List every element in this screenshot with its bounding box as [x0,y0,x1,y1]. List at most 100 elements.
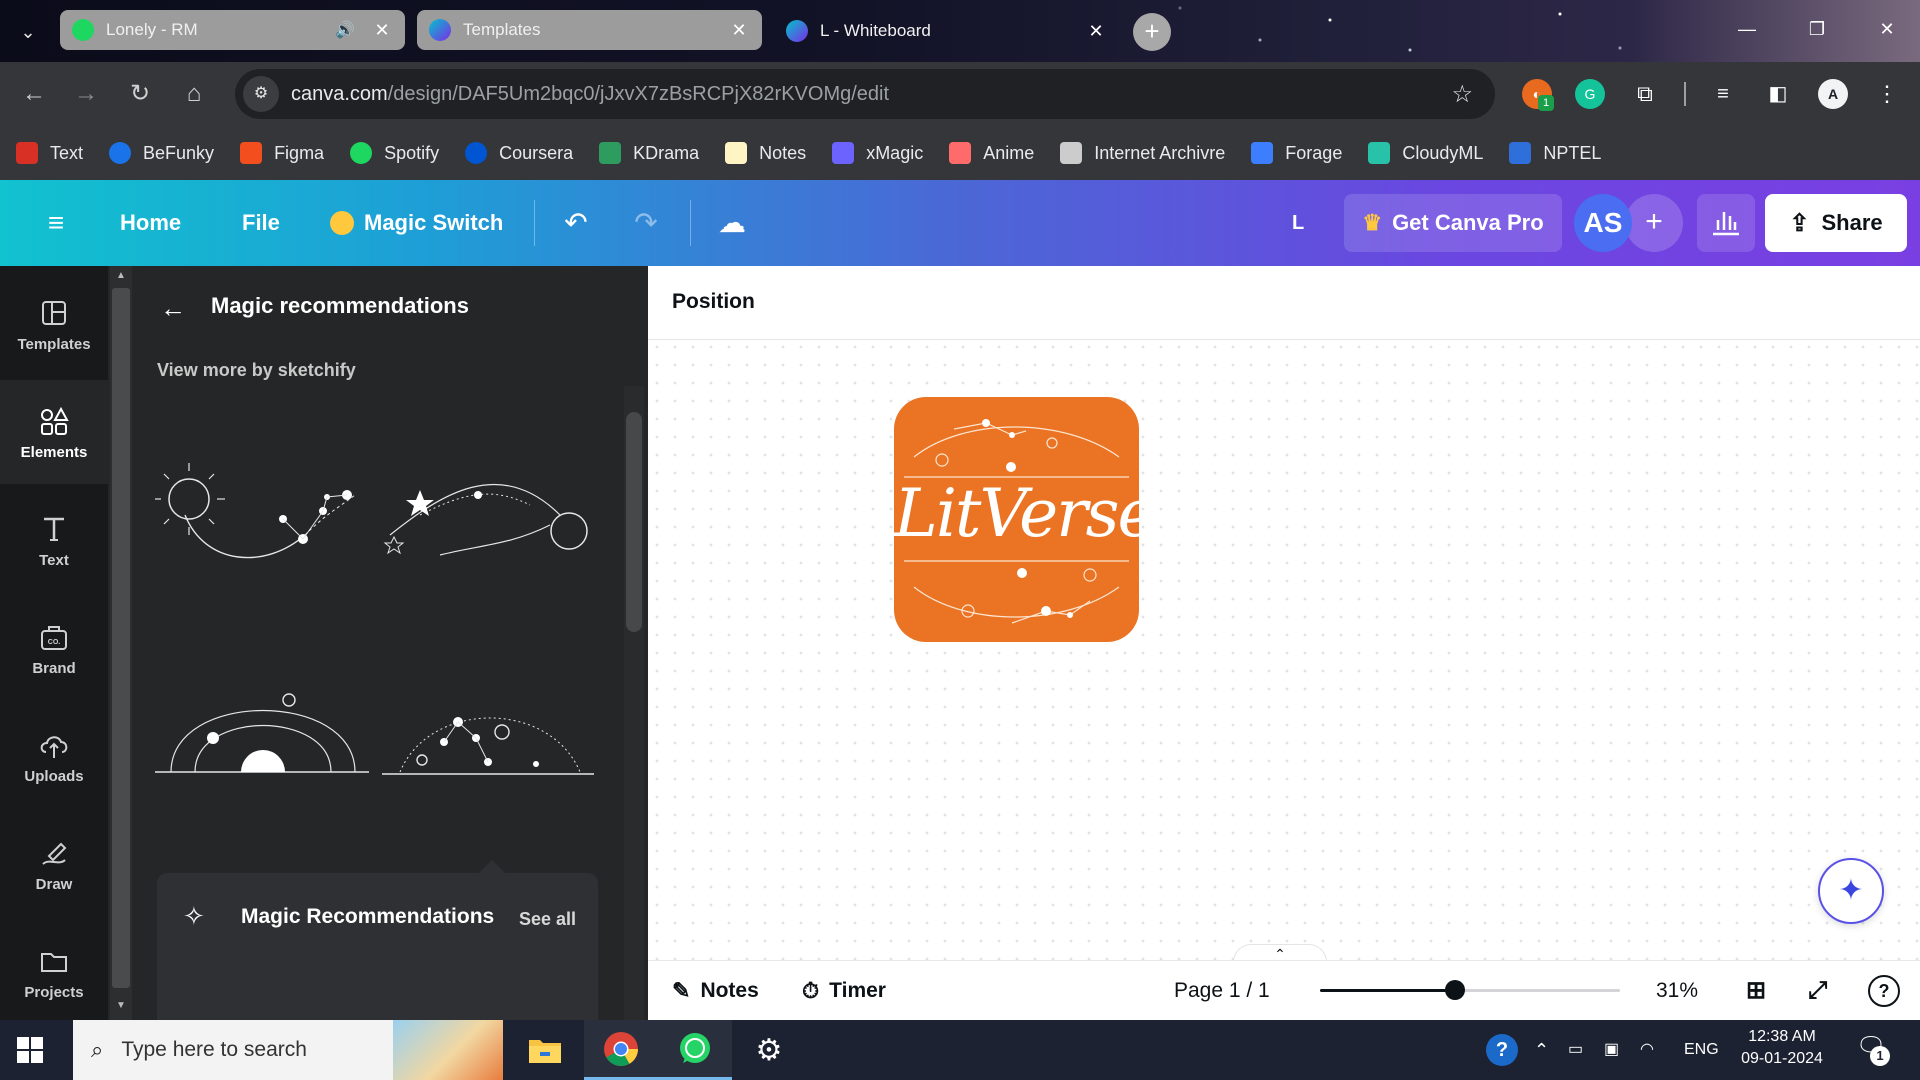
tab-close-icon[interactable]: ✕ [371,19,393,41]
element-thumbnail[interactable] [155,680,375,790]
rail-item-text[interactable]: Text [0,488,108,592]
see-all-link[interactable]: See all [519,909,576,930]
bookmark-coursera[interactable]: Coursera [465,142,573,164]
file-explorer-app[interactable] [508,1020,582,1080]
new-tab-button[interactable]: + [1133,13,1171,51]
zoom-percentage[interactable]: 31% [1656,961,1698,1021]
timer-button[interactable]: ⏱ Timer [802,961,886,1021]
bookmark-spotify[interactable]: Spotify [350,142,439,164]
window-close-icon[interactable]: ✕ [1858,0,1916,62]
zoom-slider-handle[interactable] [1445,980,1465,1000]
home-button[interactable]: Home [120,180,181,266]
language-indicator[interactable]: ENG [1684,1020,1719,1080]
help-tray-icon[interactable]: ? [1486,1034,1518,1066]
taskbar-search[interactable]: ⌕ Type here to search [73,1020,503,1080]
home-icon[interactable]: ⌂ [176,76,212,112]
file-menu-button[interactable]: File [242,180,280,266]
bookmark-star-icon[interactable]: ☆ [1451,80,1473,109]
restore-icon[interactable]: ❐ [1788,0,1846,62]
redo-icon[interactable]: ↷ [628,205,664,241]
element-thumbnail[interactable] [155,455,375,580]
bookmark-anime[interactable]: Anime [949,142,1034,164]
bookmark-befunky[interactable]: BeFunky [109,142,214,164]
chrome-app[interactable] [584,1020,658,1080]
forward-icon[interactable]: → [68,76,104,112]
notes-button[interactable]: ✎ Notes [672,961,759,1021]
bookmark-xmagic[interactable]: xMagic [832,142,923,164]
grammarly-icon[interactable]: G [1575,79,1605,109]
browser-tab-2[interactable]: Templates ✕ [417,10,762,50]
rail-item-templates[interactable]: Templates [0,272,108,376]
tab-close-icon[interactable]: ✕ [728,19,750,41]
view-more-link[interactable]: View more by sketchify [157,360,356,381]
page-indicator[interactable]: Page 1 / 1 [1174,961,1270,1021]
element-thumbnail[interactable] [380,680,600,790]
panel-scroll-thumb[interactable] [112,288,130,988]
position-button[interactable]: Position [672,290,755,314]
help-icon[interactable]: ? [1868,975,1900,1007]
bookmark-nptel[interactable]: NPTEL [1509,142,1601,164]
speaker-icon[interactable]: 🔊 [335,20,355,40]
search-highlight-image [393,1020,503,1080]
grid-view-icon[interactable]: ⊞ [1746,961,1766,1021]
back-arrow-icon[interactable]: ← [160,293,186,324]
tab-search-menu-icon[interactable]: ⌄ [14,18,42,46]
user-avatar[interactable]: AS [1574,194,1632,252]
bookmark-kdrama[interactable]: KDrama [599,142,699,164]
back-icon[interactable]: ← [16,76,52,112]
settings-app[interactable]: ⚙ [732,1020,806,1080]
reload-icon[interactable]: ↻ [122,76,158,112]
extension-icon[interactable]: ◐ 1 [1522,79,1554,111]
rail-item-projects[interactable]: Projects [0,920,108,1024]
chevron-up-icon[interactable]: ⌃ [1534,1020,1549,1080]
address-bar[interactable]: ⚙ canva.com /design/DAF5Um2bqc0/jJxvX7zB… [235,69,1495,119]
taskbar-clock[interactable]: 12:38 AM 09-01-2024 [1736,1026,1828,1070]
display-icon[interactable]: ▣ [1604,1020,1619,1080]
get-pro-label: Get Canva Pro [1392,210,1544,235]
design-canvas[interactable] [648,266,1920,1020]
get-canva-pro-button[interactable]: ♛ Get Canva Pro [1344,194,1562,252]
bookmark-cloudyml[interactable]: CloudyML [1368,142,1483,164]
media-queue-icon[interactable]: ≡ [1708,79,1738,109]
element-thumbnail[interactable] [380,455,600,580]
site-settings-icon[interactable]: ⚙ [243,76,279,112]
bookmark-notes[interactable]: Notes [725,142,806,164]
litverse-logo[interactable]: LitVerse [894,397,1139,642]
wifi-icon[interactable]: ◠ [1640,1020,1654,1080]
cloud-saved-icon[interactable]: ☁ [714,205,750,241]
scroll-down-icon[interactable]: ▼ [114,1000,128,1014]
scroll-up-icon[interactable]: ▲ [114,270,128,284]
rail-item-elements[interactable]: Elements [0,380,108,484]
hamburger-menu-icon[interactable]: ≡ [38,205,74,241]
chrome-menu-icon[interactable]: ⋮ [1872,79,1902,109]
magic-assistant-button[interactable]: ✦ [1818,858,1884,924]
results-scroll-thumb[interactable] [626,412,642,632]
rail-item-uploads[interactable]: Uploads [0,704,108,808]
minimize-icon[interactable]: — [1718,0,1776,62]
rail-item-draw[interactable]: Draw [0,812,108,916]
puzzle-extensions-icon[interactable]: ⧉ [1630,79,1660,109]
panel-scrollbar[interactable]: ▲ ▼ [110,266,132,1020]
browser-tab-1[interactable]: Lonely - RM 🔊 ✕ [60,10,405,50]
fullscreen-icon[interactable]: ⤢ [1808,961,1827,1021]
tab-close-icon[interactable]: ✕ [1085,20,1107,42]
document-title[interactable]: L [1292,180,1304,266]
insights-button[interactable] [1697,194,1755,252]
bookmark-forage[interactable]: Forage [1251,142,1342,164]
profile-avatar[interactable]: A [1818,79,1848,109]
share-button[interactable]: ⇪ Share [1765,194,1907,252]
browser-tab-3[interactable]: L - Whiteboard ✕ [774,10,1119,52]
notification-icon[interactable]: 🗨 1 [1856,1032,1890,1066]
magic-switch-button[interactable]: Magic Switch [330,180,503,266]
battery-icon[interactable]: ▭ [1568,1020,1583,1080]
windows-start-icon[interactable] [16,1036,44,1064]
magic-recommendations-card: ✧ Magic Recommendations See all [157,873,598,1020]
bookmark-text[interactable]: Text [16,142,83,164]
whatsapp-app[interactable] [658,1020,732,1080]
side-panel-icon[interactable]: ◧ [1763,79,1793,109]
add-member-button[interactable]: + [1625,194,1683,252]
undo-icon[interactable]: ↶ [558,205,594,241]
bookmark-internet-archive[interactable]: Internet Archivre [1060,142,1225,164]
bookmark-figma[interactable]: Figma [240,142,324,164]
rail-item-brand[interactable]: CO. Brand [0,596,108,700]
